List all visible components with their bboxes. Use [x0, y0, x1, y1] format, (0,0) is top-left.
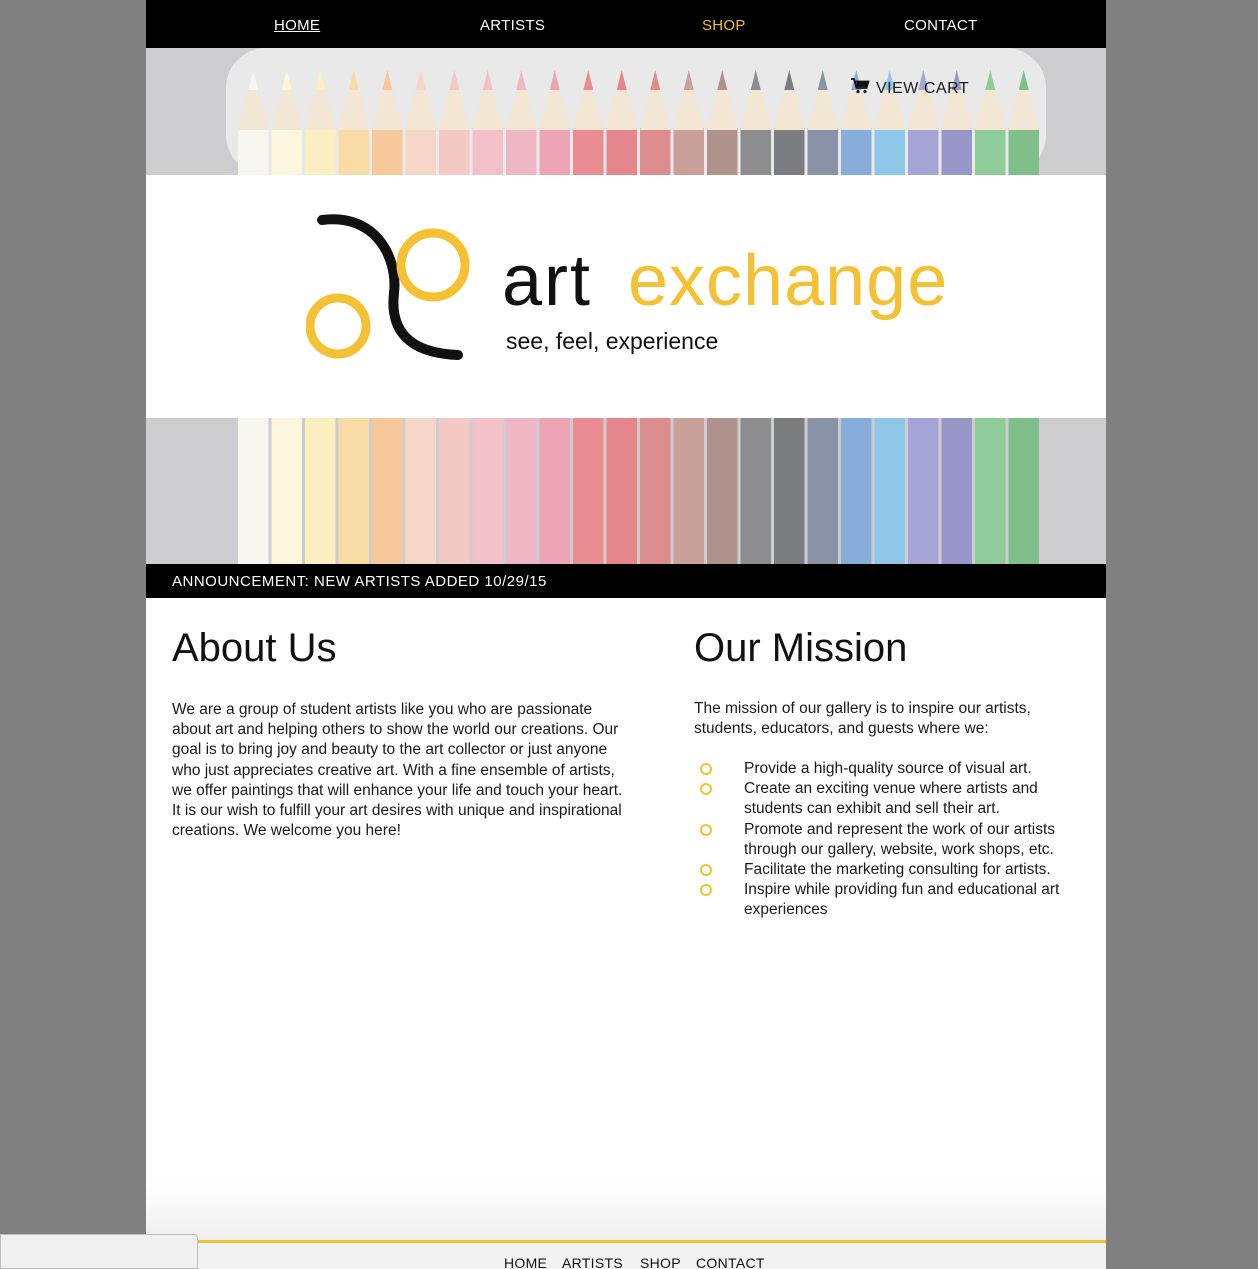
- mission-list: Provide a high-quality source of visual …: [698, 759, 1098, 921]
- list-item: Provide a high-quality source of visual …: [698, 759, 1098, 779]
- art-exchange-logo-icon: [306, 214, 470, 360]
- nav-home-link[interactable]: HOME: [274, 17, 320, 34]
- list-item: Create an exciting venue where artists a…: [698, 779, 1098, 819]
- view-cart-button[interactable]: VIEW CART: [850, 78, 969, 99]
- footer-artists-link[interactable]: ARTISTS: [562, 1255, 623, 1269]
- circle-bullet-icon: [700, 763, 712, 775]
- page: HOME ARTISTS SHOP CONTACT VIEW CART art …: [146, 0, 1106, 1269]
- circle-bullet-icon: [700, 884, 712, 897]
- top-nav: HOME ARTISTS SHOP CONTACT: [146, 0, 1106, 48]
- footer-home-link[interactable]: HOME: [504, 1255, 547, 1269]
- circle-bullet-icon: [700, 864, 712, 877]
- logo-word-art: art: [502, 241, 593, 321]
- list-item: Promote and represent the work of our ar…: [698, 820, 1098, 860]
- announcement-bar: ANNOUNCEMENT: NEW ARTISTS ADDED 10/29/15: [146, 564, 1106, 598]
- circle-bullet-icon: [700, 823, 712, 836]
- footer-nav: HOME ARTISTS SHOP CONTACT: [146, 1243, 1106, 1269]
- footer-fade: [146, 1180, 1106, 1240]
- about-title: About Us: [172, 626, 337, 670]
- colored-pencils-image: [146, 48, 1106, 175]
- footer-shop-link[interactable]: SHOP: [640, 1255, 681, 1269]
- list-item: Facilitate the marketing consulting for …: [698, 860, 1098, 880]
- colored-pencils-image: [146, 418, 1106, 564]
- nav-artists-link[interactable]: ARTISTS: [480, 17, 545, 34]
- announcement-text: ANNOUNCEMENT: NEW ARTISTS ADDED 10/29/15: [172, 573, 547, 590]
- logo-area: art exchange see, feel, experience: [146, 175, 1106, 418]
- nav-shop-link[interactable]: SHOP: [702, 17, 746, 34]
- logo-tagline: see, feel, experience: [506, 328, 719, 354]
- nav-contact-link[interactable]: CONTACT: [904, 17, 977, 34]
- mission-title: Our Mission: [694, 626, 908, 670]
- pencil-banner-top: [146, 48, 1106, 175]
- list-item: Inspire while providing fun and educatio…: [698, 880, 1098, 920]
- view-cart-label: VIEW CART: [876, 79, 970, 97]
- footer-contact-link[interactable]: CONTACT: [696, 1255, 765, 1269]
- pencil-banner-bottom: [146, 418, 1106, 564]
- about-body: We are a group of student artists like y…: [172, 701, 623, 840]
- browser-tab-stub[interactable]: [0, 1234, 198, 1269]
- circle-bullet-icon: [700, 783, 712, 796]
- shopping-cart-icon: [850, 78, 870, 99]
- logo-word-exchange: exchange: [628, 241, 949, 321]
- mission-intro: The mission of our gallery is to inspire…: [694, 700, 1031, 738]
